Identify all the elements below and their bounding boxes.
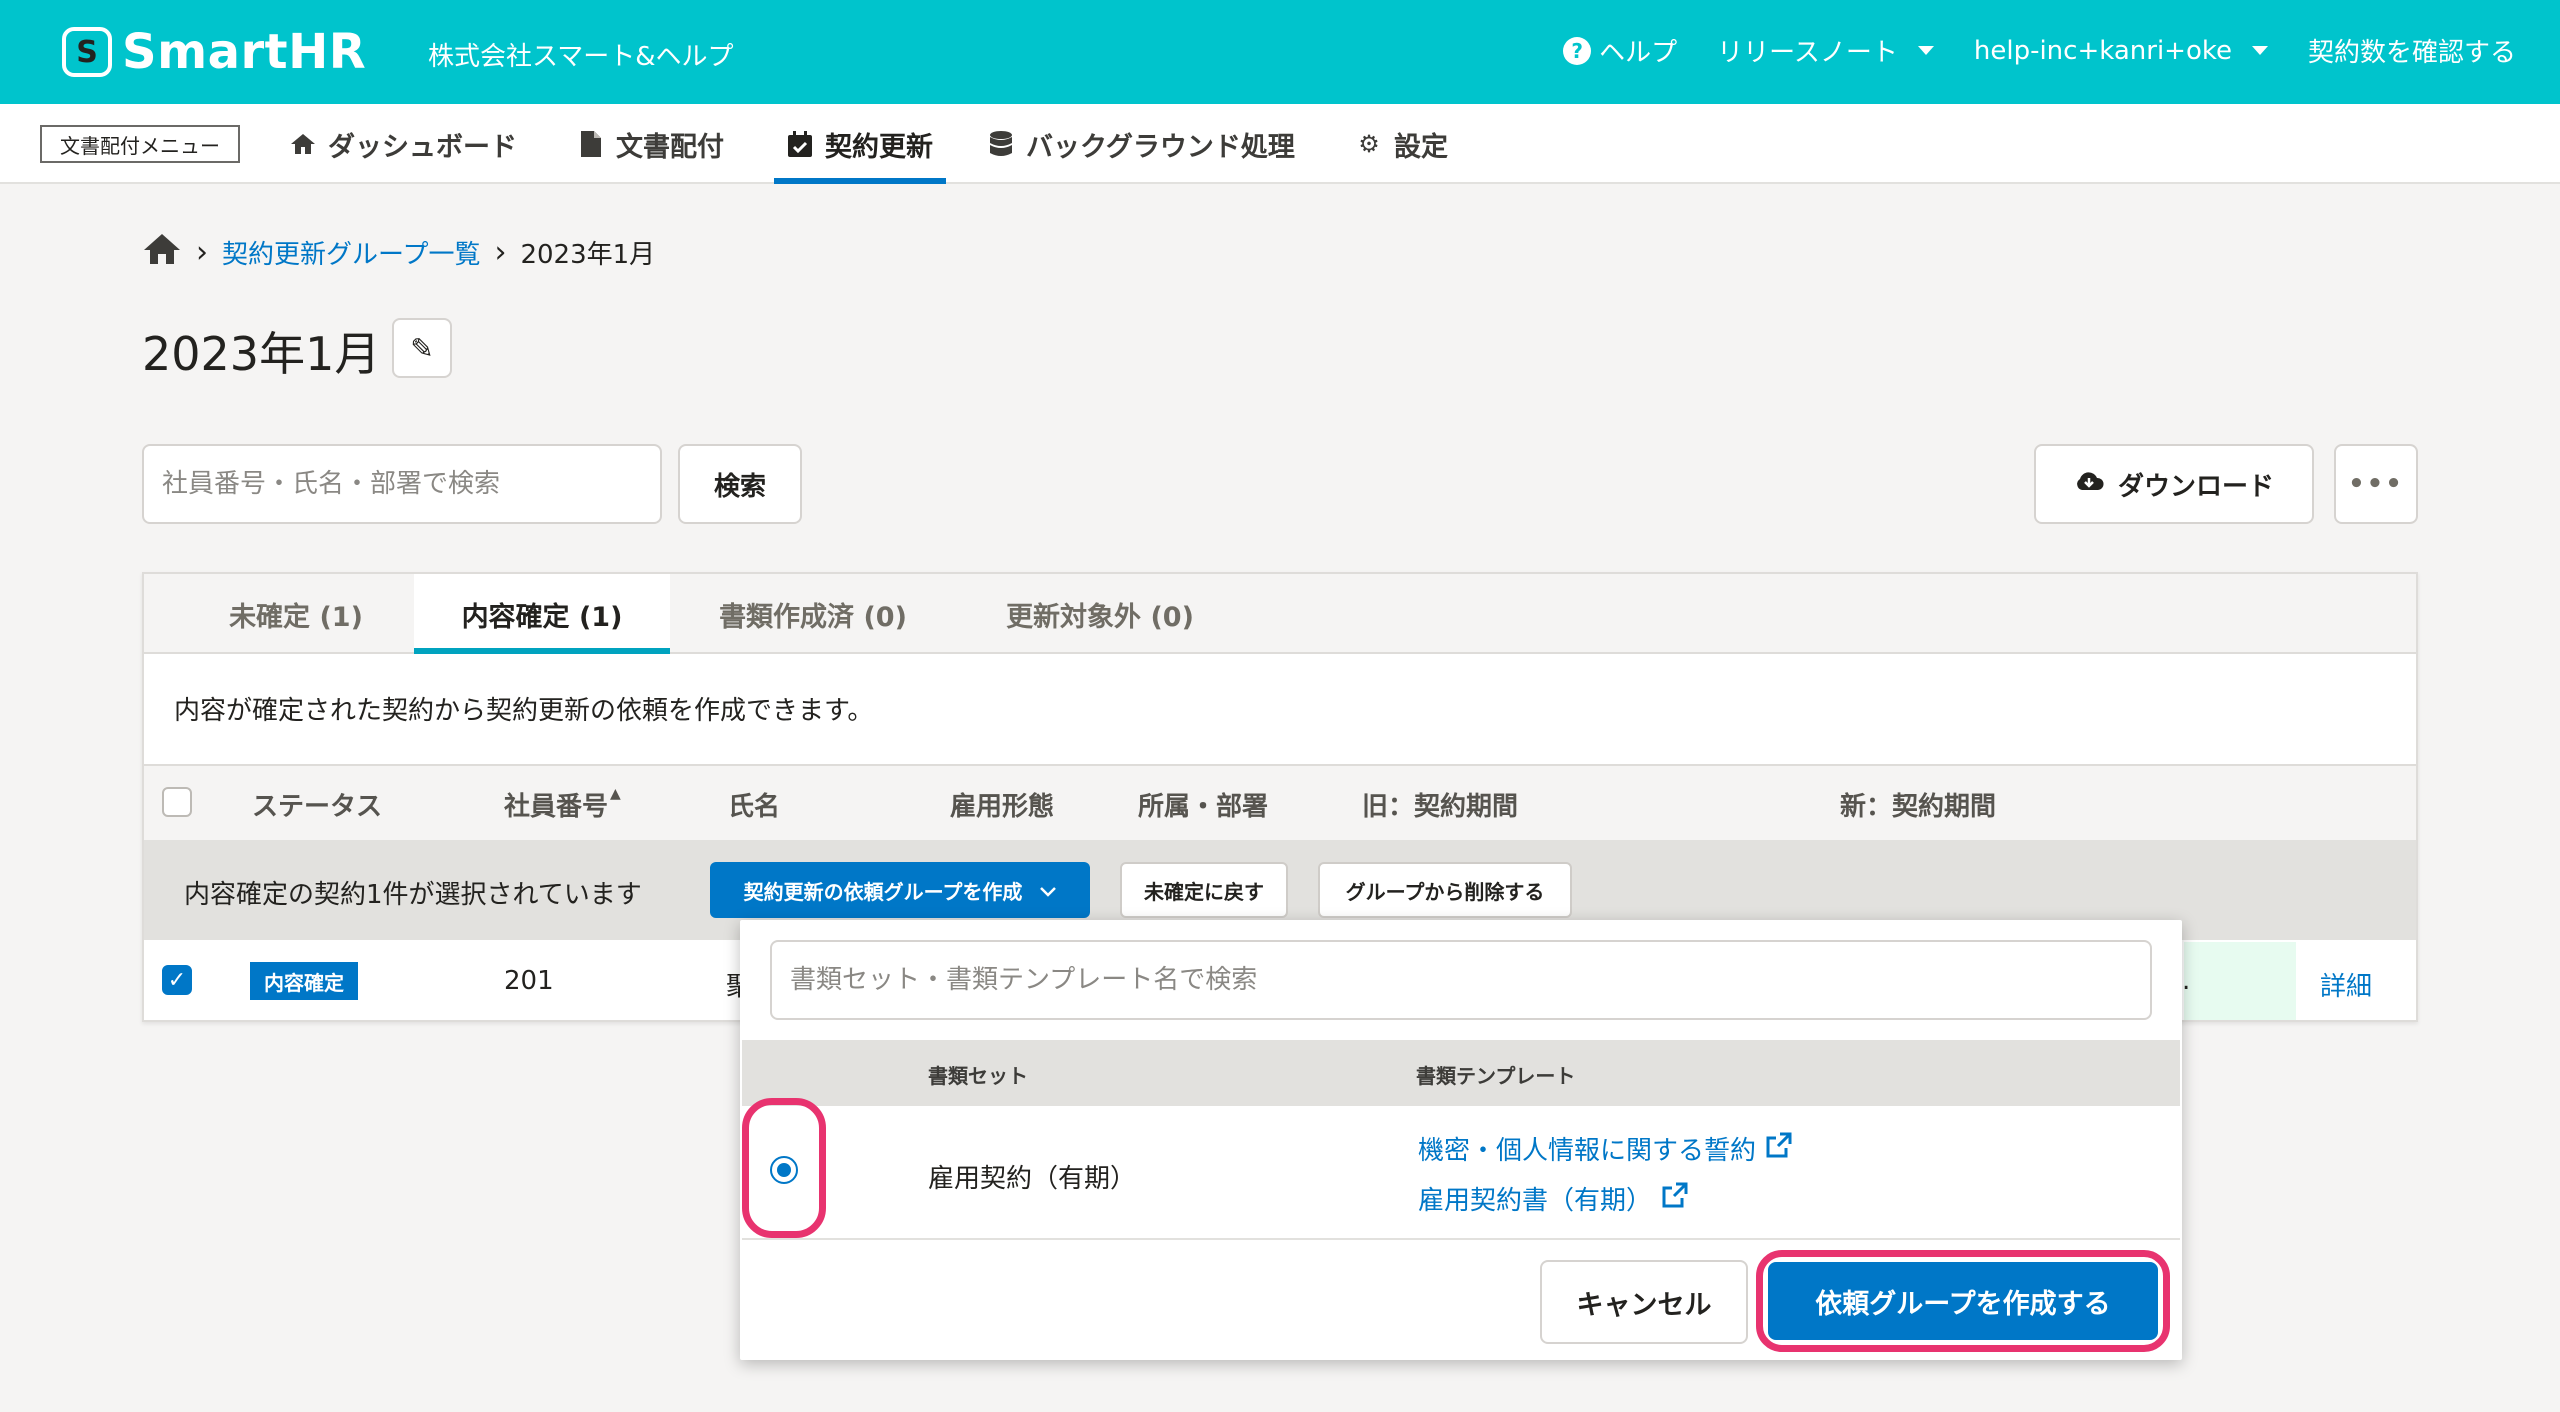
more-options-button[interactable]: ••• bbox=[2334, 444, 2418, 524]
create-request-group-label: 契約更新の依頼グループを作成 bbox=[743, 879, 1023, 904]
page-title: 2023年1月 bbox=[142, 327, 381, 381]
detail-link[interactable]: 詳細 bbox=[2320, 966, 2372, 1003]
column-name[interactable]: 氏名 bbox=[728, 786, 780, 823]
smarthr-logo[interactable]: S SmartHR bbox=[62, 24, 366, 80]
remove-from-group-button[interactable]: グループから削除する bbox=[1318, 862, 1572, 918]
nav-tab-label: 文書配付 bbox=[616, 131, 724, 163]
external-link-icon bbox=[1766, 1132, 1792, 1165]
template-label: 機密・個人情報に関する誓約 bbox=[1418, 1136, 1757, 1166]
gear-icon: ⚙ bbox=[1358, 130, 1380, 158]
document-icon bbox=[578, 131, 604, 157]
column-employee-no[interactable]: 社員番号 ▲ bbox=[504, 786, 621, 823]
nav-tab-dashboard[interactable]: ダッシュボード bbox=[290, 104, 517, 184]
cancel-button[interactable]: キャンセル bbox=[1540, 1260, 1748, 1344]
select-all-checkbox[interactable] bbox=[162, 787, 192, 817]
tab-unconfirmed[interactable]: 未確定 (1) bbox=[196, 574, 396, 654]
search-button[interactable]: 検索 bbox=[678, 444, 802, 524]
subnav-menu-label: 文書配付メニュー bbox=[40, 125, 240, 163]
tab-description: 内容が確定された契約から契約更新の依頼を作成できます。 bbox=[174, 696, 874, 726]
nav-tab-label: 契約更新 bbox=[825, 131, 933, 163]
chevron-right-icon: › bbox=[196, 235, 208, 270]
tab-documents-created[interactable]: 書類作成済 (0) bbox=[700, 574, 926, 654]
tab-confirmed[interactable]: 内容確定 (1) bbox=[414, 574, 670, 654]
breadcrumb-current: 2023年1月 bbox=[520, 240, 656, 270]
help-link[interactable]: ? ヘルプ bbox=[1563, 32, 1677, 69]
create-request-group-submit-button[interactable]: 依頼グループを作成する bbox=[1768, 1262, 2158, 1340]
logo-text: SmartHR bbox=[122, 24, 367, 80]
template-label: 雇用契約書（有期） bbox=[1418, 1186, 1653, 1216]
column-document-template: 書類テンプレート bbox=[1416, 1064, 1576, 1088]
breadcrumb-parent-link[interactable]: 契約更新グループ一覧 bbox=[222, 234, 480, 271]
check-contracts-label: 契約数を確認する bbox=[2307, 38, 2516, 68]
calendar-check-icon bbox=[787, 131, 813, 157]
home-icon bbox=[290, 131, 316, 157]
create-request-group-button[interactable]: 契約更新の依頼グループを作成 bbox=[710, 862, 1090, 918]
table-header bbox=[144, 764, 2416, 840]
radio-dot bbox=[777, 1163, 791, 1177]
search-input[interactable] bbox=[142, 444, 662, 524]
nav-tab-background-jobs[interactable]: バックグラウンド処理 bbox=[988, 104, 1295, 184]
external-link-icon bbox=[1662, 1182, 1688, 1215]
divider bbox=[742, 1238, 2180, 1240]
document-set-radio[interactable] bbox=[770, 1156, 798, 1184]
column-document-set: 書類セット bbox=[928, 1064, 1028, 1088]
user-label: help-inc+kanri+oke bbox=[1973, 35, 2232, 66]
new-period-fragment: . bbox=[2182, 966, 2191, 996]
cloud-download-icon bbox=[2074, 469, 2104, 499]
pencil-icon: ✎ bbox=[410, 331, 434, 365]
nav-tab-label: 設定 bbox=[1394, 131, 1448, 163]
document-set-name: 雇用契約（有期） bbox=[928, 1164, 1137, 1194]
tab-excluded[interactable]: 更新対象外 (0) bbox=[990, 574, 1210, 654]
company-name: 株式会社スマート&ヘルプ bbox=[428, 42, 734, 72]
logo-mark: S bbox=[62, 27, 112, 77]
chevron-down-icon bbox=[1040, 878, 1057, 902]
nav-tab-label: バックグラウンド処理 bbox=[1026, 131, 1295, 163]
status-badge: 内容確定 bbox=[250, 962, 358, 1000]
chevron-right-icon: › bbox=[494, 235, 507, 270]
sort-asc-icon: ▲ bbox=[610, 786, 621, 802]
template-link-confidentiality[interactable]: 機密・個人情報に関する誓約 bbox=[1418, 1130, 1792, 1167]
download-label: ダウンロード bbox=[2117, 471, 2274, 502]
row-checkbox[interactable]: ✓ bbox=[162, 965, 192, 995]
employee-number: 201 bbox=[504, 966, 554, 996]
release-notes-menu[interactable]: リリースノート bbox=[1717, 32, 1934, 69]
column-label: 社員番号 bbox=[504, 792, 609, 822]
edit-title-button[interactable]: ✎ bbox=[392, 318, 452, 378]
chevron-down-icon bbox=[2251, 46, 2268, 55]
column-department[interactable]: 所属・部署 bbox=[1138, 786, 1268, 823]
selection-count-text: 内容確定の契約1件が選択されています bbox=[184, 880, 642, 910]
column-employment-type[interactable]: 雇用形態 bbox=[950, 786, 1054, 823]
header-menu: ? ヘルプ リリースノート help-inc+kanri+oke 契約数を確認す… bbox=[1563, 32, 2516, 69]
download-button[interactable]: ダウンロード bbox=[2034, 444, 2314, 524]
help-icon: ? bbox=[1563, 36, 1592, 65]
breadcrumb: › 契約更新グループ一覧 › 2023年1月 bbox=[142, 232, 655, 273]
home-icon[interactable] bbox=[142, 232, 182, 273]
template-link-employment-contract[interactable]: 雇用契約書（有期） bbox=[1418, 1180, 1688, 1217]
user-menu[interactable]: help-inc+kanri+oke bbox=[1974, 36, 2268, 66]
nav-tab-settings[interactable]: ⚙ 設定 bbox=[1356, 104, 1448, 184]
column-old-period[interactable]: 旧：契約期間 bbox=[1362, 786, 1518, 823]
chevron-down-icon bbox=[1917, 46, 1934, 55]
check-contracts-link[interactable]: 契約数を確認する bbox=[2308, 32, 2516, 69]
column-new-period[interactable]: 新：契約期間 bbox=[1840, 786, 1996, 823]
nav-tab-documents[interactable]: 文書配付 bbox=[578, 104, 724, 184]
database-icon bbox=[988, 131, 1014, 157]
release-notes-label: リリースノート bbox=[1717, 38, 1898, 68]
revert-unconfirmed-button[interactable]: 未確定に戻す bbox=[1120, 862, 1288, 918]
nav-tab-contract-renewal[interactable]: 契約更新 bbox=[774, 104, 946, 184]
more-icon: ••• bbox=[2348, 469, 2404, 499]
nav-tab-label: ダッシュボード bbox=[328, 131, 517, 163]
document-set-search-input[interactable] bbox=[770, 940, 2152, 1020]
help-label: ヘルプ bbox=[1599, 38, 1678, 68]
column-status[interactable]: ステータス bbox=[252, 786, 382, 823]
new-period-cell bbox=[2184, 942, 2296, 1020]
